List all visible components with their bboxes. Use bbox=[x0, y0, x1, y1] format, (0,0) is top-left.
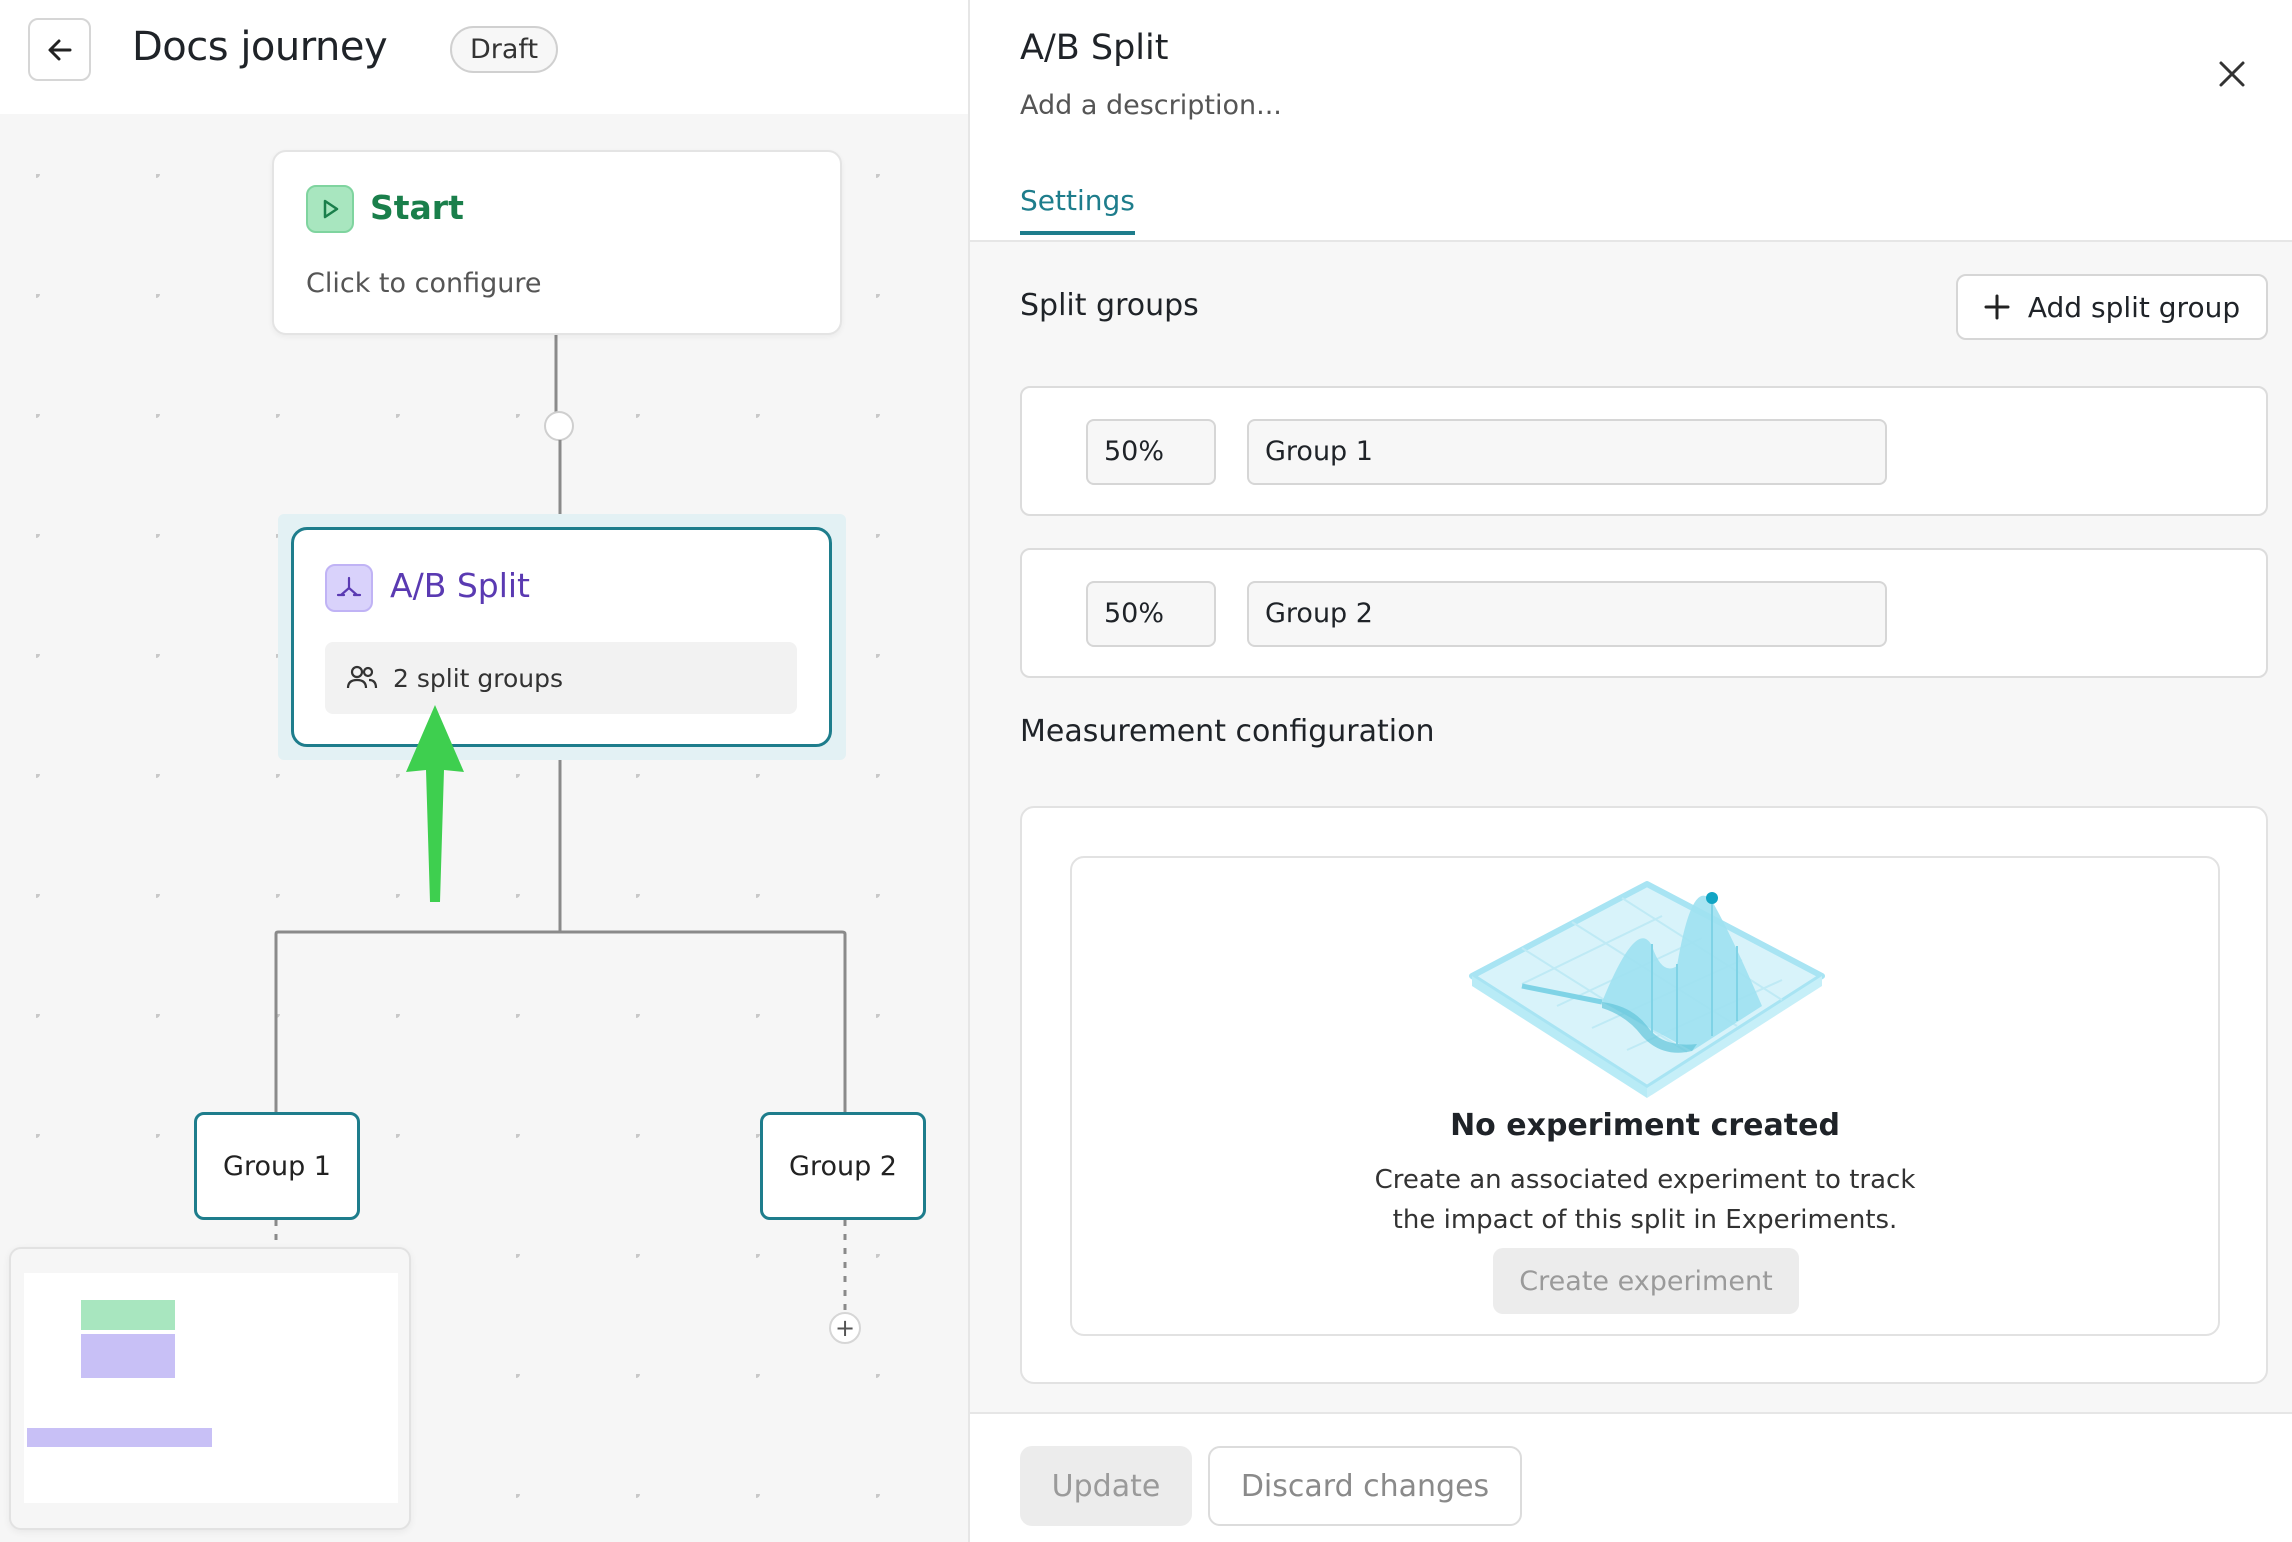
add-split-group-label: Add split group bbox=[2027, 290, 2241, 324]
minimap-start-node bbox=[81, 1300, 175, 1330]
measurement-title: Measurement configuration bbox=[1020, 714, 1435, 749]
start-node[interactable]: Start Click to configure bbox=[272, 150, 842, 335]
empty-state-title: No experiment created bbox=[1450, 1108, 1840, 1143]
status-badge: Draft bbox=[450, 26, 559, 73]
panel-title[interactable]: A/B Split bbox=[1020, 28, 1168, 68]
journey-canvas[interactable]: Docs journey Draft Start Click to config… bbox=[0, 0, 968, 1542]
journey-header: Docs journey Draft bbox=[0, 0, 968, 114]
split-group-card-1: 50% Group 1 bbox=[1020, 386, 2268, 516]
group-1-name-input[interactable]: Group 1 bbox=[1247, 419, 1887, 485]
users-icon bbox=[346, 665, 378, 689]
add-step-button[interactable]: + bbox=[829, 1312, 861, 1344]
minimap-group-nodes bbox=[27, 1428, 212, 1447]
back-button[interactable] bbox=[28, 18, 91, 81]
tab-settings[interactable]: Settings bbox=[1020, 184, 1135, 235]
split-node-label: A/B Split bbox=[390, 566, 530, 605]
start-node-label: Start bbox=[370, 188, 464, 227]
empty-state-description: Create an associated experiment to track… bbox=[1072, 1160, 2218, 1240]
play-icon bbox=[306, 185, 354, 233]
chart-illustration-icon bbox=[1469, 881, 1825, 1098]
add-split-group-button[interactable]: Add split group bbox=[1956, 274, 2268, 340]
group-node-2[interactable]: Group 2 bbox=[760, 1112, 926, 1220]
split-groups-count: 2 split groups bbox=[393, 663, 564, 693]
measurement-card: No experiment created Create an associat… bbox=[1020, 806, 2268, 1384]
group-2-name-input[interactable]: Group 2 bbox=[1247, 581, 1887, 647]
split-group-card-2: 50% Group 2 bbox=[1020, 548, 2268, 678]
minimap-viewport bbox=[24, 1273, 398, 1503]
arrow-left-icon bbox=[48, 39, 71, 60]
description-field[interactable]: Add a description... bbox=[1020, 90, 1282, 121]
group-node-1[interactable]: Group 1 bbox=[194, 1112, 360, 1220]
update-button[interactable]: Update bbox=[1020, 1446, 1192, 1526]
split-node[interactable]: A/B Split 2 split groups bbox=[291, 527, 832, 747]
group-2-percent-input[interactable]: 50% bbox=[1086, 581, 1216, 647]
split-groups-title: Split groups bbox=[1020, 288, 1199, 323]
close-button[interactable] bbox=[2210, 52, 2254, 96]
plus-icon: + bbox=[834, 1314, 856, 1342]
plus-icon bbox=[1984, 294, 2010, 320]
minimap-split-node bbox=[81, 1334, 175, 1378]
create-experiment-button[interactable]: Create experiment bbox=[1493, 1248, 1799, 1314]
empty-state-line-2: the impact of this split in Experiments. bbox=[1392, 1205, 1898, 1235]
annotation-arrow-icon bbox=[406, 705, 464, 902]
discard-changes-button[interactable]: Discard changes bbox=[1208, 1446, 1522, 1526]
split-groups-summary: 2 split groups bbox=[325, 642, 797, 714]
split-settings-panel: A/B Split Add a description... Settings … bbox=[968, 0, 2292, 1542]
split-icon bbox=[325, 564, 373, 612]
group-1-percent-input[interactable]: 50% bbox=[1086, 419, 1216, 485]
footer-divider bbox=[970, 1412, 2292, 1414]
minimap[interactable] bbox=[9, 1247, 411, 1530]
empty-state: No experiment created Create an associat… bbox=[1070, 856, 2220, 1336]
journey-title: Docs journey bbox=[132, 24, 388, 70]
empty-state-line-1: Create an associated experiment to track bbox=[1374, 1165, 1916, 1195]
close-icon bbox=[2219, 61, 2245, 87]
start-node-subtitle: Click to configure bbox=[306, 268, 542, 299]
